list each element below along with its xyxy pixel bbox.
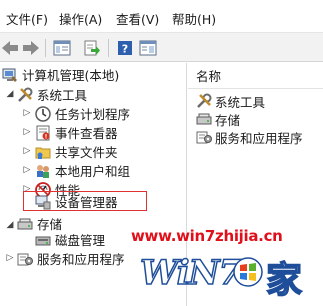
expand-arrow-icon[interactable]: ▷ — [22, 165, 32, 175]
toolbar-separator — [45, 39, 46, 57]
users-icon — [35, 163, 51, 179]
tree-item-label: 任务计划程序 — [55, 107, 131, 122]
computer-management-icon — [2, 67, 18, 83]
export-list-icon[interactable] — [82, 38, 102, 58]
expand-arrow-icon[interactable]: ▷ — [5, 253, 15, 263]
column-header-name[interactable]: 名称 — [188, 63, 323, 89]
tree-item-label: 事件查看器 — [55, 126, 118, 141]
menu-bar: 文件(F) 操作(A) 查看(V) 帮助(H) — [0, 0, 323, 32]
svg-text:?: ? — [122, 43, 128, 56]
menu-help[interactable]: 帮助(H) — [172, 9, 216, 28]
tools-icon — [17, 87, 33, 103]
tree-item-label: 本地用户和组 — [55, 164, 131, 179]
highlight-box — [23, 191, 147, 211]
tree-item-local-users[interactable]: 本地用户和组 — [35, 161, 130, 180]
menu-action[interactable]: 操作(A) — [59, 9, 102, 28]
watermark-url: www.win7zhijia.cn — [131, 227, 283, 245]
expand-arrow-icon[interactable]: ▷ — [22, 146, 32, 156]
menu-view[interactable]: 查看(V) — [116, 9, 159, 28]
shared-folder-icon — [35, 144, 51, 160]
tree-item-disk-management[interactable]: 磁盘管理 — [35, 230, 105, 249]
expand-arrow-icon[interactable]: ▷ — [22, 127, 32, 137]
tree-item-computer-management[interactable]: 计算机管理(本地) — [2, 65, 119, 84]
list-item[interactable]: 存储 — [196, 110, 240, 128]
forward-icon[interactable] — [21, 38, 41, 58]
tree-item-label: 系统工具 — [37, 88, 88, 103]
tree-item-system-tools[interactable]: 系统工具 — [17, 85, 87, 104]
list-item[interactable]: 系统工具 — [196, 92, 265, 110]
event-viewer-icon: ! — [35, 125, 51, 141]
list-item[interactable]: 服务和应用程序 — [196, 128, 303, 146]
watermark-logo: WiN7 家 — [139, 245, 320, 303]
show-hide-tree-icon[interactable] — [52, 38, 72, 58]
services-icon — [17, 251, 33, 267]
list-item-label: 系统工具 — [215, 94, 266, 110]
clock-icon — [35, 105, 51, 122]
list-item-label: 存储 — [215, 112, 241, 128]
collapse-arrow-icon[interactable]: ◢ — [5, 89, 15, 99]
toolbar: ? — [0, 32, 323, 62]
tree-item-services-apps[interactable]: 服务和应用程序 — [17, 249, 125, 268]
tree-item-task-scheduler[interactable]: 任务计划程序 — [35, 104, 130, 123]
toolbar-separator — [108, 39, 109, 57]
windows-flag-icon — [233, 257, 263, 287]
tree-item-label: 服务和应用程序 — [37, 252, 125, 267]
expand-arrow-icon[interactable]: ▷ — [22, 108, 32, 118]
disk-management-icon — [35, 232, 51, 248]
logo-text: WiN7 — [139, 252, 243, 294]
tree-item-shared-folders[interactable]: 共享文件夹 — [35, 142, 118, 161]
tree-item-label: 计算机管理(本地) — [22, 68, 120, 83]
collapse-arrow-icon[interactable]: ◢ — [5, 220, 15, 230]
svg-text:!: ! — [45, 133, 48, 140]
help-icon[interactable]: ? — [115, 38, 135, 58]
services-icon — [196, 129, 212, 145]
back-icon[interactable] — [0, 38, 20, 58]
storage-icon — [196, 111, 212, 127]
properties-icon[interactable] — [138, 38, 158, 58]
tree-item-label: 共享文件夹 — [55, 145, 118, 160]
logo-char: 家 — [265, 259, 303, 302]
tools-icon — [196, 93, 212, 109]
tree-item-label: 磁盘管理 — [55, 233, 106, 248]
tree-item-event-viewer[interactable]: ! 事件查看器 — [35, 123, 118, 142]
list-item-label: 服务和应用程序 — [215, 130, 303, 146]
storage-icon — [17, 216, 33, 232]
menu-file[interactable]: 文件(F) — [6, 9, 48, 28]
column-header-label: 名称 — [196, 69, 222, 84]
